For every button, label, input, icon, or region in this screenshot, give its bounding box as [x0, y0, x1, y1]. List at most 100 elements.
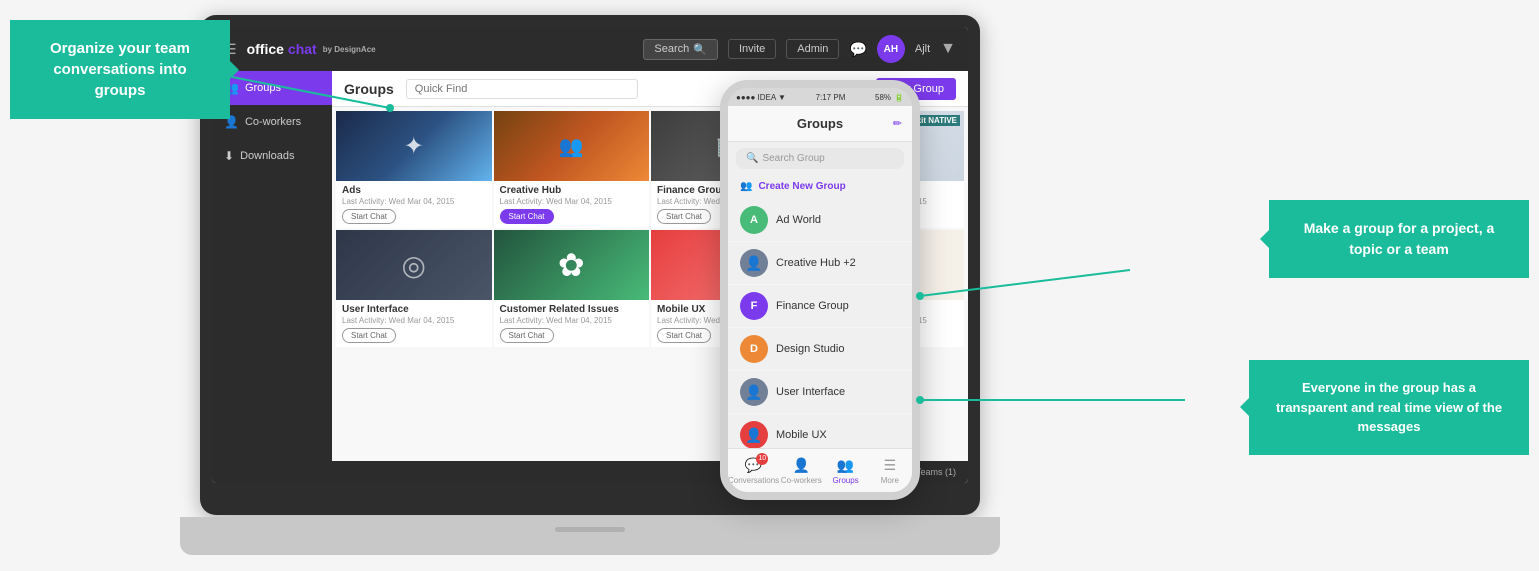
group-card-creative: Creative Hub Last Activity: Wed Mar 04, … — [494, 111, 650, 228]
more-tab-icon: ☰ — [884, 457, 897, 474]
phone-group-name-adworld: Ad World — [776, 214, 821, 226]
search-icon: 🔍 — [693, 43, 707, 56]
phone-header: Groups ✏ — [728, 106, 912, 142]
group-card-ui-image — [336, 230, 492, 300]
phone-group-avatar-design: D — [740, 335, 768, 363]
right-callout-top: Make a group for a project, a topic or a… — [1269, 200, 1529, 278]
phone-tab-groups[interactable]: 👥 Groups — [823, 457, 867, 485]
right-callout-top-text: Make a group for a project, a topic or a… — [1304, 220, 1495, 257]
phone-group-item-adworld[interactable]: A Ad World — [728, 199, 912, 242]
phone-group-avatar-finance: F — [740, 292, 768, 320]
phone-group-avatar-creative: 👤 — [740, 249, 768, 277]
dropdown-icon[interactable]: ▼ — [940, 40, 956, 58]
phone-tab-more[interactable]: ☰ More — [868, 457, 912, 485]
phone-edit-icon[interactable]: ✏ — [893, 117, 902, 130]
group-card-customer: Customer Related Issues Last Activity: W… — [494, 230, 650, 347]
phone-group-name-design: Design Studio — [776, 343, 845, 355]
conversations-badge-wrap: 💬 10 — [745, 457, 762, 474]
groups-tab-icon: 👥 — [837, 457, 854, 474]
group-card-ads-image — [336, 111, 492, 181]
left-callout-text: Organize your team conversations into gr… — [50, 40, 190, 99]
phone-search-placeholder: Search Group — [762, 153, 824, 164]
group-card-customer-info: Customer Related Issues Last Activity: W… — [494, 300, 650, 347]
laptop-base — [180, 517, 1000, 555]
create-group-icon: 👥 — [740, 181, 752, 192]
right-callout-bottom: Everyone in the group has a transparent … — [1249, 360, 1529, 455]
phone-group-item-finance[interactable]: F Finance Group — [728, 285, 912, 328]
phone-group-avatar-adworld: A — [740, 206, 768, 234]
conversations-badge: 10 — [756, 453, 768, 465]
phone-group-item-ui[interactable]: 👤 User Interface — [728, 371, 912, 414]
phone-group-name-finance: Finance Group — [776, 300, 849, 312]
group-card-ui-btn[interactable]: Start Chat — [342, 328, 396, 343]
admin-button[interactable]: Admin — [786, 39, 839, 59]
phone-status-bar: ●●●● IDEA ▼ 7:17 PM 58% 🔋 — [728, 88, 912, 106]
group-card-mobile-btn[interactable]: Start Chat — [657, 328, 711, 343]
phone-body: ●●●● IDEA ▼ 7:17 PM 58% 🔋 Groups ✏ 🔍 Sea… — [720, 80, 920, 500]
phone-group-item-design[interactable]: D Design Studio — [728, 328, 912, 371]
phone-group-item-creative[interactable]: 👤 Creative Hub +2 — [728, 242, 912, 285]
invite-button[interactable]: Invite — [728, 39, 776, 59]
group-card-creative-btn[interactable]: Start Chat — [500, 209, 554, 224]
search-label: Search — [654, 43, 689, 55]
app-logo: officechat by DesignAce — [247, 41, 376, 57]
group-card-ui-activity: Last Activity: Wed Mar 04, 2015 — [342, 316, 486, 325]
phone: ●●●● IDEA ▼ 7:17 PM 58% 🔋 Groups ✏ 🔍 Sea… — [720, 80, 920, 500]
group-card-creative-image — [494, 111, 650, 181]
phone-group-avatar-ui: 👤 — [740, 378, 768, 406]
group-card-ui-info: User Interface Last Activity: Wed Mar 04… — [336, 300, 492, 347]
group-card-customer-name: Customer Related Issues — [500, 304, 644, 315]
downloads-icon: ⬇ — [224, 149, 234, 163]
phone-tab-coworkers[interactable]: 👤 Co-workers — [779, 457, 823, 485]
phone-search[interactable]: 🔍 Search Group — [736, 148, 904, 169]
phone-time: 7:17 PM — [816, 93, 846, 102]
sidebar-item-downloads[interactable]: ⬇ Downloads — [212, 139, 332, 173]
sidebar-item-coworkers[interactable]: 👤 Co-workers — [212, 105, 332, 139]
group-card-customer-btn[interactable]: Start Chat — [500, 328, 554, 343]
group-card-ads-btn[interactable]: Start Chat — [342, 209, 396, 224]
groups-search-input[interactable] — [406, 79, 638, 99]
coworkers-tab-label: Co-workers — [781, 476, 822, 485]
phone-footer: 💬 10 Conversations 👤 Co-workers 👥 Groups… — [728, 448, 912, 492]
sidebar: 👥 Groups 👤 Co-workers ⬇ Downloads — [212, 71, 332, 483]
phone-group-name-mobile: Mobile UX — [776, 429, 827, 441]
phone-group-list: A Ad World 👤 Creative Hub +2 F Finance G… — [728, 199, 912, 457]
phone-group-avatar-mobile: 👤 — [740, 421, 768, 449]
create-new-group[interactable]: 👥 Create New Group — [728, 175, 912, 199]
create-group-label: Create New Group — [758, 181, 845, 192]
phone-title: Groups — [797, 116, 843, 131]
group-card-creative-activity: Last Activity: Wed Mar 04, 2015 — [500, 197, 644, 206]
groups-tab-label: Groups — [832, 476, 858, 485]
user-initials: AH — [884, 44, 898, 55]
conversations-label: Conversations — [728, 476, 779, 485]
group-card-ads-name: Ads — [342, 185, 486, 196]
app-header: ☰ officechat by DesignAce Search 🔍 Invit… — [212, 27, 968, 71]
phone-group-name-ui: User Interface — [776, 386, 845, 398]
laptop-hinge — [555, 527, 625, 532]
user-avatar[interactable]: AH — [877, 35, 905, 63]
group-card-ads-info: Ads Last Activity: Wed Mar 04, 2015 Star… — [336, 181, 492, 228]
group-card-customer-image — [494, 230, 650, 300]
group-card-creative-name: Creative Hub — [500, 185, 644, 196]
phone-search-icon: 🔍 — [746, 153, 758, 164]
groups-page-title: Groups — [344, 81, 394, 97]
header-search[interactable]: Search 🔍 — [643, 39, 718, 60]
right-callout-bottom-text: Everyone in the group has a transparent … — [1276, 380, 1502, 434]
phone-tab-conversations[interactable]: 💬 10 Conversations — [728, 457, 779, 485]
group-card-ui-name: User Interface — [342, 304, 486, 315]
more-tab-label: More — [881, 476, 899, 485]
group-card-customer-activity: Last Activity: Wed Mar 04, 2015 — [500, 316, 644, 325]
phone-carrier: ●●●● IDEA ▼ — [736, 93, 786, 102]
design-badge: xit NATIVE — [914, 115, 960, 126]
message-icon[interactable]: 💬 — [849, 41, 866, 58]
logo-sub: by DesignAce — [323, 45, 376, 54]
group-card-ads: Ads Last Activity: Wed Mar 04, 2015 Star… — [336, 111, 492, 228]
coworkers-tab-icon: 👤 — [793, 457, 810, 474]
user-name: Ajlt — [915, 43, 930, 55]
sidebar-downloads-label: Downloads — [240, 150, 294, 162]
sidebar-coworkers-label: Co-workers — [245, 116, 301, 128]
battery-icon: 🔋 — [894, 93, 904, 102]
group-card-finance-btn[interactable]: Start Chat — [657, 209, 711, 224]
sidebar-groups-label: Groups — [245, 82, 281, 94]
phone-status-icons: 58% 🔋 — [875, 93, 904, 102]
